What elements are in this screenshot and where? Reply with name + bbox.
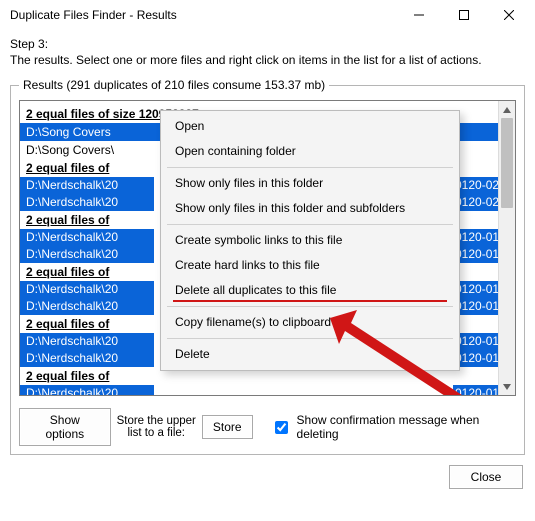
context-menu: Open Open containing folder Show only fi… <box>160 110 460 371</box>
menu-show-subfolders[interactable]: Show only files in this folder and subfo… <box>163 196 457 221</box>
title-bar: Duplicate Files Finder - Results <box>0 0 535 30</box>
menu-separator-icon <box>167 306 453 307</box>
step-description: Step 3: The results. Select one or more … <box>0 30 535 76</box>
store-label: Store the upper list to a file: <box>117 415 196 439</box>
menu-show-folder[interactable]: Show only files in this folder <box>163 171 457 196</box>
store-button[interactable]: Store <box>202 415 253 439</box>
menu-symlink[interactable]: Create symbolic links to this file <box>163 228 457 253</box>
menu-open[interactable]: Open <box>163 114 457 139</box>
confirm-label: Show confirmation message when deleting <box>297 413 516 441</box>
scrollbar[interactable] <box>498 101 515 395</box>
confirm-checkbox[interactable] <box>275 421 288 434</box>
scroll-thumb[interactable] <box>501 118 513 208</box>
scroll-track[interactable] <box>499 118 515 378</box>
results-list[interactable]: 2 equal files of size 120958327 D:\Song … <box>19 100 516 396</box>
close-button[interactable]: Close <box>449 465 523 489</box>
confirm-checkbox-wrap[interactable]: Show confirmation message when deleting <box>271 413 516 441</box>
minimize-button[interactable] <box>396 1 441 29</box>
scroll-down-icon[interactable] <box>499 378 515 395</box>
step-heading: Step 3: <box>10 36 525 52</box>
menu-delete[interactable]: Delete <box>163 342 457 367</box>
window-title: Duplicate Files Finder - Results <box>10 8 396 22</box>
results-group: Results (291 duplicates of 210 files con… <box>10 78 525 455</box>
list-item[interactable]: D:\Nerdschalk\200120-0158 <box>20 385 515 395</box>
menu-separator-icon <box>167 338 453 339</box>
menu-hardlink[interactable]: Create hard links to this file <box>163 253 457 278</box>
menu-separator-icon <box>167 224 453 225</box>
results-footer: Show options Store the upper list to a f… <box>19 408 516 446</box>
menu-separator-icon <box>167 167 453 168</box>
dialog-footer: Close <box>0 461 535 497</box>
menu-copy-filenames[interactable]: Copy filename(s) to clipboard <box>163 310 457 335</box>
step-text: The results. Select one or more files an… <box>10 52 525 68</box>
scroll-up-icon[interactable] <box>499 101 515 118</box>
close-window-button[interactable] <box>486 1 531 29</box>
menu-delete-dupes[interactable]: Delete all duplicates to this file <box>163 278 457 303</box>
show-options-button[interactable]: Show options <box>19 408 111 446</box>
maximize-button[interactable] <box>441 1 486 29</box>
results-legend: Results (291 duplicates of 210 files con… <box>19 78 329 92</box>
menu-open-folder[interactable]: Open containing folder <box>163 139 457 164</box>
